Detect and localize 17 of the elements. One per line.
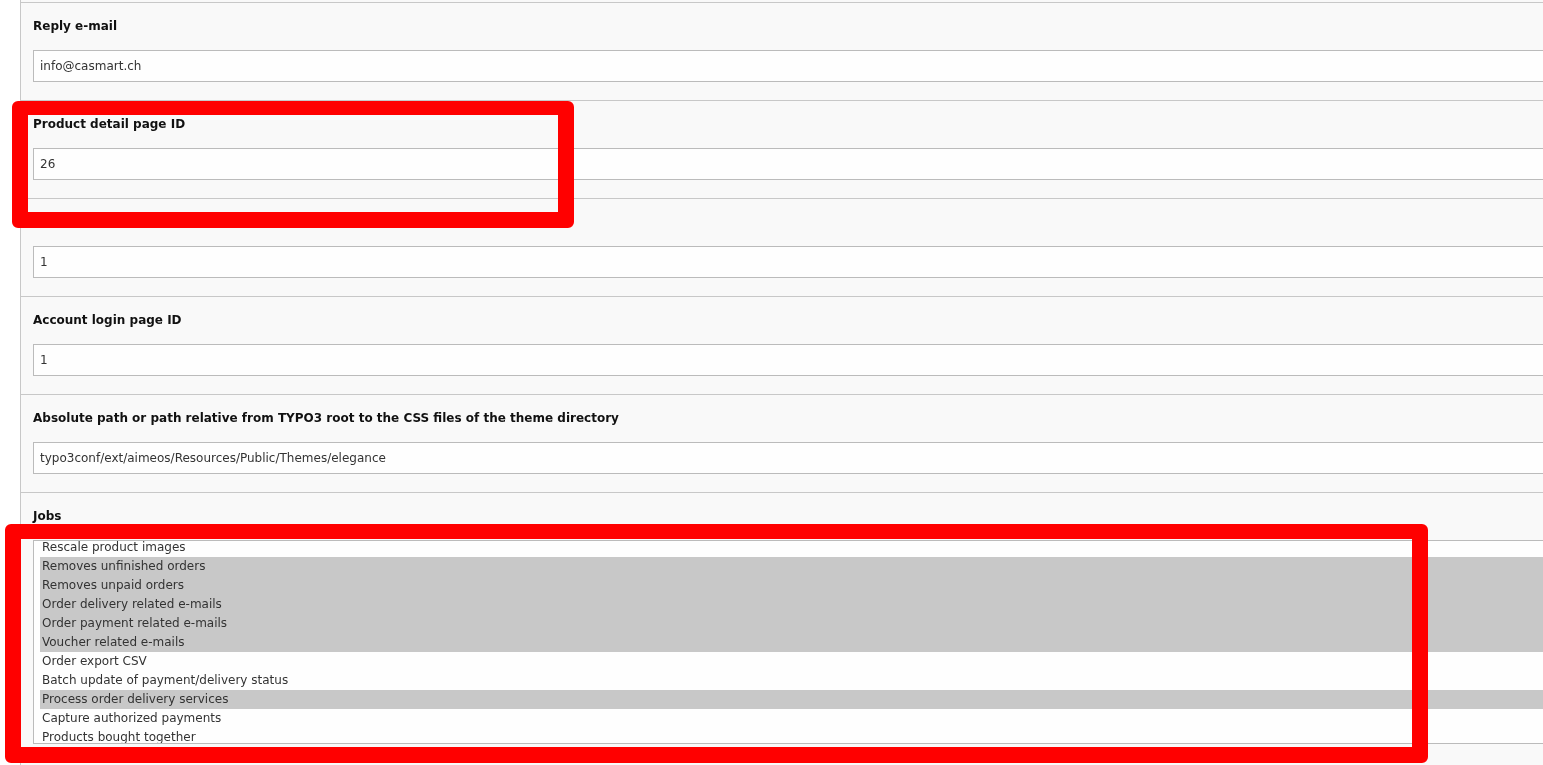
text-field[interactable]: 1 xyxy=(33,344,1543,376)
list-option[interactable]: Removes unfinished orders xyxy=(40,557,1543,576)
field-label: Product detail page ID xyxy=(33,116,186,132)
list-option[interactable]: Order payment related e-mails xyxy=(40,614,1543,633)
list-option[interactable]: Removes unpaid orders xyxy=(40,576,1543,595)
text-field[interactable]: 26 xyxy=(33,148,1543,180)
text-field[interactable]: info@casmart.ch xyxy=(33,50,1543,82)
text-field[interactable]: typo3conf/ext/aimeos/Resources/Public/Themes/elegance xyxy=(33,442,1543,474)
list-option[interactable]: Order delivery related e-mails xyxy=(40,595,1543,614)
text-field[interactable]: 1 xyxy=(33,246,1543,278)
field-label: Jobs xyxy=(33,508,62,524)
field-label: Absolute path or path relative from TYPO3 root to the CSS files of the theme directory xyxy=(33,410,619,426)
list-option[interactable]: Voucher related e-mails xyxy=(40,633,1543,652)
field-label: Account login page ID xyxy=(33,312,182,328)
multi-select-list[interactable] xyxy=(33,540,1543,744)
field-label: Reply e-mail xyxy=(33,18,118,34)
list-option[interactable]: Process order delivery services xyxy=(40,690,1543,709)
